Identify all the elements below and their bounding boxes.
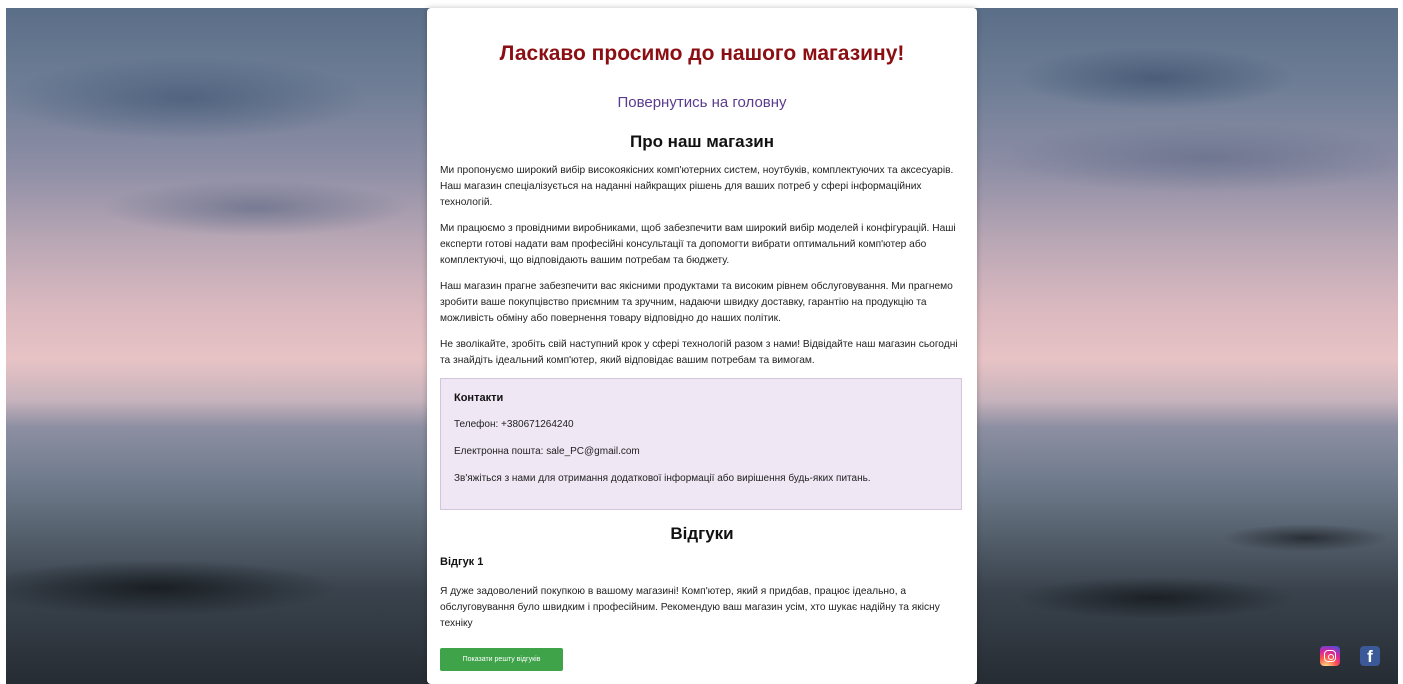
contact-email: Електронна пошта: sale_PC@gmail.com — [454, 446, 640, 457]
instagram-icon[interactable] — [1320, 646, 1340, 666]
contact-phone: Телефон: +380671264240 — [454, 419, 574, 430]
review-text: Я дуже задоволений покупкою в вашому маг… — [440, 586, 940, 629]
about-paragraph: Наш магазин прагне забезпечити вас якісн… — [440, 281, 953, 324]
contact-note: Зв'яжіться з нами для отримання додатков… — [454, 473, 871, 484]
reviews-heading: Відгуки — [670, 524, 734, 543]
about-paragraph: Не зволікайте, зробіть свій наступний кр… — [440, 339, 958, 366]
content-panel: Ласкаво просимо до нашого магазину! Пове… — [427, 8, 977, 684]
facebook-icon[interactable]: f — [1360, 646, 1380, 666]
about-heading: Про наш магазин — [629, 132, 775, 151]
home-link[interactable]: Повернутись на головну — [427, 94, 977, 111]
contacts-box: Контакти Телефон: +380671264240 Електрон… — [440, 378, 962, 510]
show-more-reviews-button[interactable]: Показати решту відгуків — [440, 648, 563, 671]
about-paragraph: Ми пропонуємо широкий вибір високоякісни… — [440, 165, 954, 208]
review-title: Відгук 1 — [440, 556, 484, 568]
page-title: Ласкаво просимо до нашого магазину! — [499, 42, 905, 65]
about-paragraph: Ми працюємо з провідними виробниками, що… — [440, 223, 956, 266]
contacts-heading: Контакти — [454, 392, 504, 404]
instagram-lens — [1327, 653, 1334, 660]
